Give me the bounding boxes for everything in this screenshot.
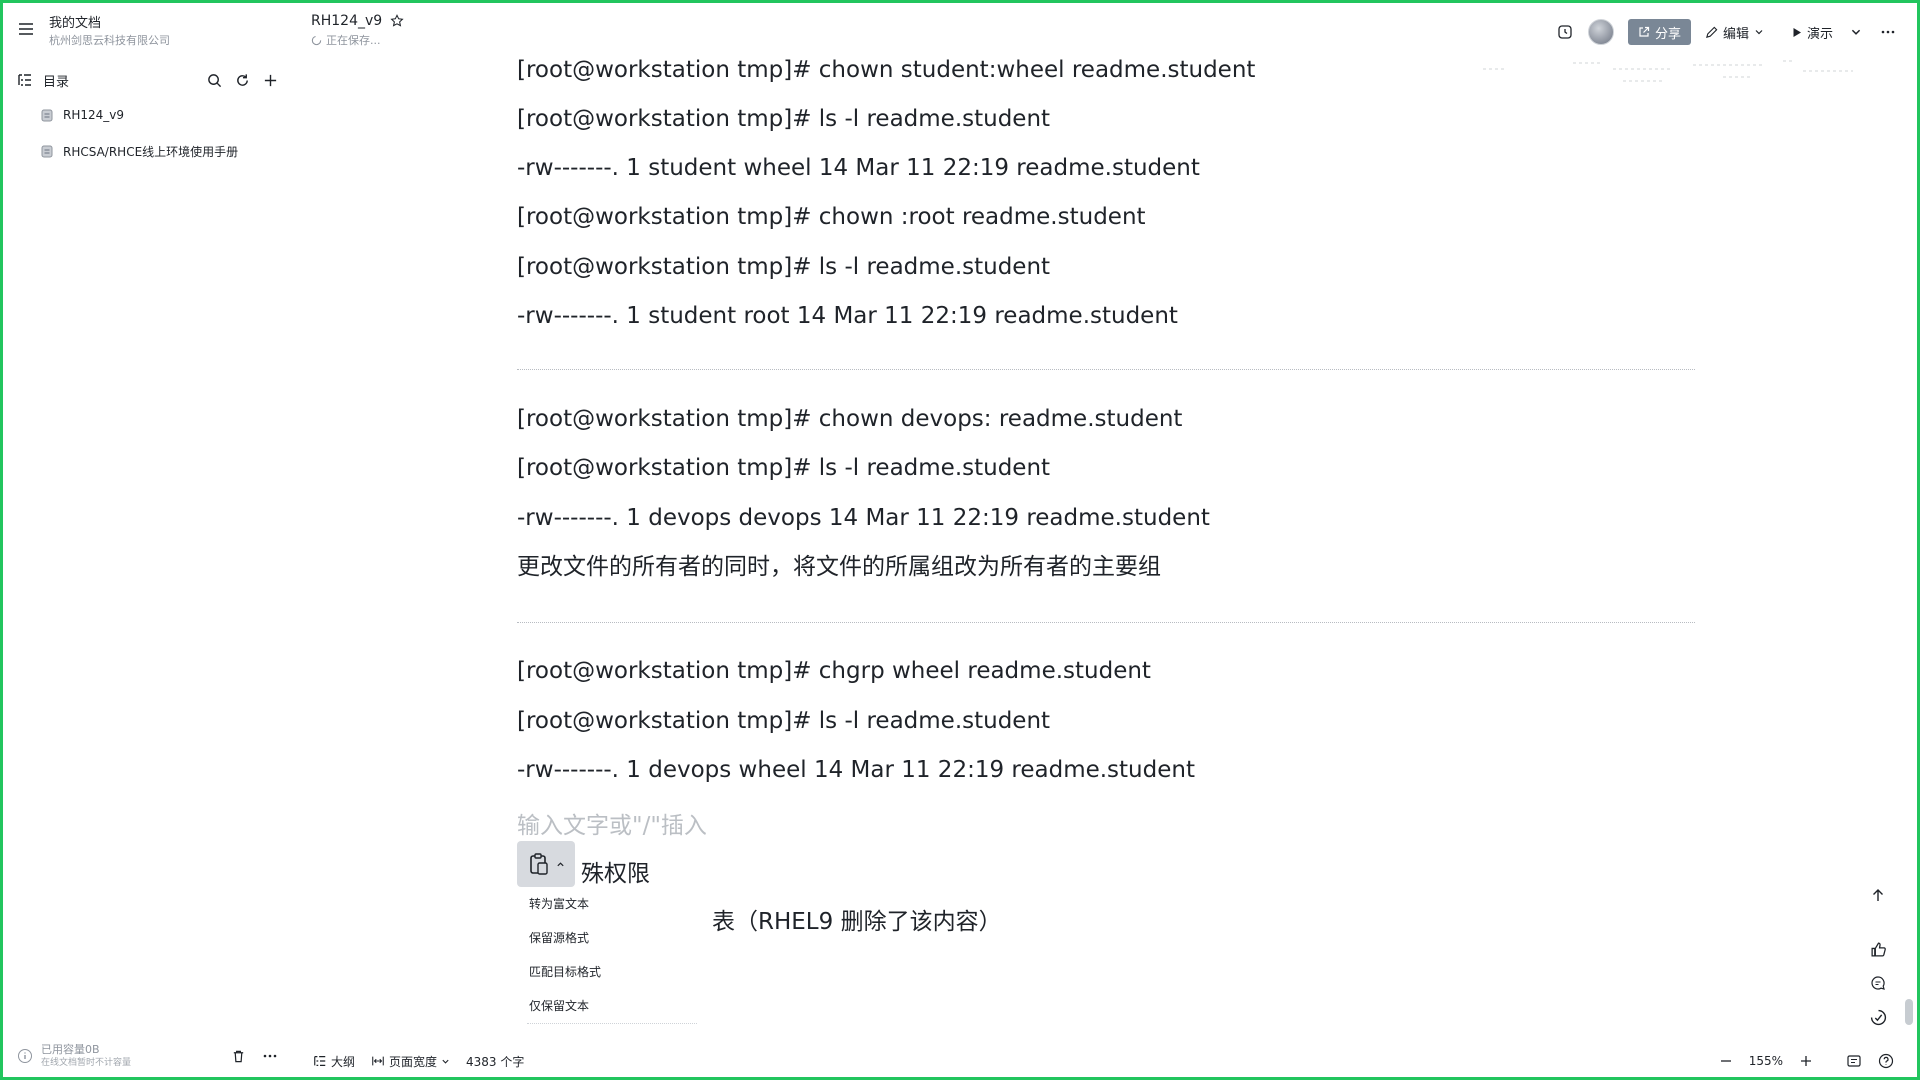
width-icon [372, 1056, 384, 1066]
present-label: 演示 [1806, 26, 1833, 42]
page-width-select[interactable]: 页面宽度 [371, 1053, 450, 1070]
chevron-down-icon [442, 1059, 449, 1064]
scrollbar-thumb[interactable] [1905, 999, 1913, 1025]
page-width-label: 页面宽度 [389, 1054, 438, 1069]
chevron-down-icon[interactable] [1847, 23, 1865, 41]
chevron-up-icon [556, 861, 564, 866]
output-line: -rw-------. 1 student root 14 Mar 11 22:… [517, 303, 1178, 329]
output-line: -rw-------. 1 devops devops 14 Mar 11 22… [517, 505, 1210, 531]
chevron-down-icon [1755, 30, 1763, 35]
sidebar-doc-label: RH124_v9 [63, 108, 125, 122]
code-line: [root@workstation tmp]# chown :root read… [517, 204, 1146, 230]
share-button[interactable]: 分享 [1627, 19, 1691, 45]
comment-icon[interactable] [1867, 975, 1889, 991]
output-line: -rw-------. 1 devops wheel 14 Mar 11 22:… [517, 757, 1195, 783]
sidebar: 我的文档 杭州剑思云科技有限公司 目录 RH124_v9 RHCSA/RHCE线… [3, 3, 293, 1077]
workspace-title[interactable]: 我的文档 [49, 15, 170, 33]
share-icon [1639, 26, 1650, 37]
zoom-controls: 155% [1717, 1049, 1895, 1073]
paste-options-menu: 转为富文本 保留源格式 匹配目标格式 仅保留文本 [517, 887, 707, 1024]
outline-icon [314, 1056, 326, 1066]
menu-icon[interactable] [17, 20, 35, 38]
zoom-in-icon[interactable] [1797, 1052, 1815, 1070]
zoom-out-icon[interactable] [1717, 1052, 1735, 1070]
play-icon [1793, 27, 1801, 37]
trash-icon[interactable] [229, 1047, 247, 1065]
refresh-icon[interactable] [233, 71, 251, 89]
more-icon[interactable] [1879, 23, 1897, 41]
document-icon [41, 145, 53, 157]
code-line: [root@workstation tmp]# chgrp wheel read… [517, 658, 1151, 684]
code-line: [root@workstation tmp]# chown student:wh… [517, 57, 1256, 83]
like-icon[interactable] [1867, 941, 1889, 958]
divider [517, 369, 1695, 370]
outline-toggle[interactable]: 大纲 [313, 1053, 355, 1070]
star-icon[interactable] [390, 14, 404, 28]
code-line: [root@workstation tmp]# ls -l readme.stu… [517, 106, 1051, 132]
doc-title[interactable]: RH124_v9 [311, 13, 382, 29]
doc-header: RH124_v9 正在保存... [311, 13, 404, 48]
workspace-header: 我的文档 杭州剑思云科技有限公司 [17, 15, 170, 49]
document-icon [41, 109, 53, 121]
scroll-top-icon[interactable] [1867, 887, 1889, 903]
info-icon [18, 1049, 32, 1063]
add-icon[interactable] [261, 71, 279, 89]
output-line: -rw-------. 1 student wheel 14 Mar 11 22… [517, 155, 1200, 181]
paste-match-target-format[interactable]: 匹配目标格式 [517, 955, 707, 989]
status-bar: 大纲 页面宽度 4383 个字 [313, 1049, 524, 1073]
storage-note: 在线文档暂时不计容量 [41, 1058, 132, 1068]
clipboard-icon [529, 853, 548, 875]
zoom-level[interactable]: 155% [1749, 1054, 1783, 1068]
top-toolbar: 分享 编辑 演示 [1556, 17, 1897, 47]
saving-icon [311, 35, 322, 45]
save-status: 正在保存... [326, 34, 381, 47]
pencil-icon [1706, 26, 1718, 38]
paste-options-button[interactable] [517, 841, 575, 887]
code-line: [root@workstation tmp]# ls -l readme.stu… [517, 254, 1051, 280]
editor-placeholder[interactable]: 输入文字或"/"插入 [517, 806, 707, 840]
more-icon[interactable] [261, 1047, 279, 1065]
avatar[interactable] [1587, 19, 1614, 45]
share-label: 分享 [1654, 26, 1681, 42]
paste-text-only[interactable]: 仅保留文本 [517, 989, 707, 1023]
workspace-subtitle: 杭州剑思云科技有限公司 [49, 34, 170, 47]
toc-label: 目录 [43, 74, 70, 90]
edit-label: 编辑 [1722, 26, 1749, 42]
toc-icon [18, 74, 31, 86]
help-icon[interactable] [1877, 1052, 1895, 1070]
present-button[interactable]: 演示 [1792, 23, 1833, 42]
paste-keep-source-format[interactable]: 保留源格式 [517, 921, 707, 955]
sidebar-doc-rh124[interactable]: RH124_v9 [41, 104, 124, 126]
code-line: [root@workstation tmp]# chown devops: re… [517, 406, 1183, 432]
table-note: 表（RHEL9 删除了该内容） [712, 909, 1002, 935]
storage-info: 已用容量0B 在线文档暂时不计容量 [17, 1041, 279, 1071]
menu-divider [527, 1023, 697, 1024]
divider [517, 622, 1695, 623]
search-icon[interactable] [205, 71, 223, 89]
assistant-icon[interactable] [1867, 1009, 1889, 1026]
code-line: [root@workstation tmp]# ls -l readme.stu… [517, 708, 1051, 734]
notes-icon[interactable] [1845, 1052, 1863, 1070]
code-line: [root@workstation tmp]# ls -l readme.stu… [517, 455, 1051, 481]
note-line: 更改文件的所有者的同时，将文件的所属组改为所有者的主要组 [517, 554, 1161, 580]
outline-label: 大纲 [331, 1054, 356, 1069]
word-count: 4383 个字 [466, 1054, 525, 1069]
storage-label: 已用容量0B [41, 1043, 100, 1056]
faint-artifact [1483, 60, 1853, 82]
history-icon[interactable] [1556, 23, 1574, 41]
paste-as-rich-text[interactable]: 转为富文本 [517, 887, 707, 921]
edit-button[interactable]: 编辑 [1705, 23, 1764, 42]
toc-header: 目录 [17, 69, 279, 91]
sidebar-doc-label: RHCSA/RHCE线上环境使用手册 [63, 144, 239, 159]
section-heading: 殊权限 [581, 861, 650, 887]
sidebar-doc-rhcsa-manual[interactable]: RHCSA/RHCE线上环境使用手册 [41, 140, 238, 162]
